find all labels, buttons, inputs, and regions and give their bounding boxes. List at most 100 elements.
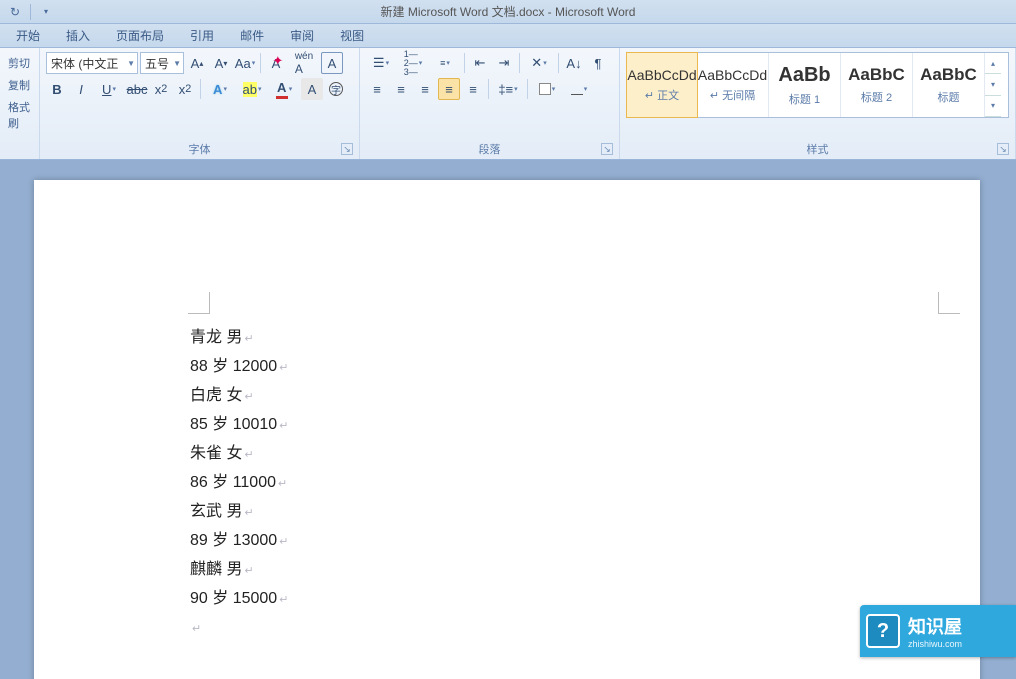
style-label: 标题 [938,89,960,105]
scroll-up-icon[interactable]: ▴ [985,53,1001,74]
format-painter-button[interactable]: 格式刷 [6,96,33,134]
style-nospacing[interactable]: AaBbCcDd ↵ 无间隔 [697,53,769,117]
shading-button[interactable]: ▾ [532,78,562,100]
text-effects-button[interactable]: A▾ [205,78,235,100]
doc-line-empty[interactable] [190,614,288,643]
style-preview: AaBbC [920,65,977,85]
align-distribute-button[interactable]: ≡ [462,78,484,100]
separator [527,79,528,99]
align-left-button[interactable]: ≡ [366,78,388,100]
style-heading1[interactable]: AaBb 标题 1 [769,53,841,117]
subscript-button[interactable]: x2 [150,78,172,100]
superscript-button[interactable]: x2 [174,78,196,100]
dialog-launcher-icon[interactable]: ↘ [341,143,353,155]
font-family-value: 宋体 (中文正 [51,55,118,72]
style-normal[interactable]: AaBbCcDd↵ 正文 [626,52,698,118]
document-content[interactable]: 青龙 男 88 岁 12000 白虎 女 85 岁 10010 朱雀 女 86 … [190,324,288,643]
quick-access-toolbar: ↻ ▾ [0,3,55,21]
separator [260,53,261,73]
style-label: 标题 1 [789,91,820,107]
align-right-button[interactable]: ≡ [414,78,436,100]
tab-pagelayout[interactable]: 页面布局 [104,24,176,47]
clipboard-group: 剪切 复制 格式刷 [0,48,40,159]
watermark-icon: ? [866,614,900,648]
enclose-characters-button[interactable]: 字 [325,78,347,100]
styles-gallery: AaBbCcDd↵ 正文 AaBbCcDd ↵ 无间隔 AaBb 标题 1 AaBb… [626,52,1009,118]
chevron-down-icon: ▼ [127,59,135,68]
document-page[interactable]: 青龙 男 88 岁 12000 白虎 女 85 岁 10010 朱雀 女 86 … [34,180,980,679]
separator [558,53,559,73]
doc-line[interactable]: 玄武 男 [190,498,288,527]
doc-line[interactable]: 85 岁 10010 [190,411,288,440]
ribbon: 剪切 复制 格式刷 宋体 (中文正▼ 五号▼ A▴ A▾ Aa▾ A✦ wénA… [0,48,1016,160]
bold-button[interactable]: B [46,78,68,100]
scroll-down-icon[interactable]: ▾ [985,74,1001,95]
tab-references[interactable]: 引用 [178,24,226,47]
bullets-button[interactable]: ☰▾ [366,52,396,74]
doc-line[interactable]: 朱雀 女 [190,440,288,469]
decrease-indent-button[interactable]: ⇤ [469,52,491,74]
style-heading2[interactable]: AaBbC标题 2 [841,53,913,117]
sort-button[interactable]: A↓ [563,52,585,74]
grow-font-button[interactable]: A▴ [186,52,208,74]
document-area: 青龙 男 88 岁 12000 白虎 女 85 岁 10010 朱雀 女 86 … [0,160,1016,679]
font-group-label: 字体↘ [46,137,353,159]
doc-line[interactable]: 白虎 女 [190,382,288,411]
phonetic-guide-button[interactable]: wénA [289,52,319,74]
character-shading-button[interactable]: A [301,78,323,100]
watermark-subtitle: zhishiwu.com [908,639,962,649]
tab-review[interactable]: 审阅 [278,24,326,47]
increase-indent-button[interactable]: ⇥ [493,52,515,74]
style-label: ↵ 正文 [645,87,679,103]
doc-line[interactable]: 青龙 男 [190,324,288,353]
asian-layout-button[interactable]: ✕▾ [524,52,554,74]
doc-line[interactable]: 88 岁 12000 [190,353,288,382]
doc-line[interactable]: 86 岁 11000 [190,469,288,498]
font-size-combo[interactable]: 五号▼ [140,52,184,74]
separator [200,79,201,99]
line-spacing-button[interactable]: ‡≡▾ [493,78,523,100]
copy-button[interactable]: 复制 [6,74,33,96]
style-label: ↵ 无间隔 [710,87,755,103]
separator [519,53,520,73]
margin-corner [938,292,960,314]
window-title: 新建 Microsoft Word 文档.docx - Microsoft Wo… [0,3,1016,20]
underline-button[interactable]: U▾ [94,78,124,100]
change-case-button[interactable]: Aa▾ [234,52,256,74]
tab-home[interactable]: 开始 [4,24,52,47]
align-center-button[interactable]: ≡ [390,78,412,100]
style-preview: AaBb [778,64,830,87]
style-title[interactable]: AaBbC 标题 [913,53,985,117]
font-family-combo[interactable]: 宋体 (中文正 ▼ [46,52,138,74]
character-border-button[interactable]: A [321,52,343,74]
tab-insert[interactable]: 插入 [54,24,102,47]
style-preview: AaBbCcDd [698,67,767,83]
multilevel-list-button[interactable]: ≡▾ [430,52,460,74]
show-marks-button[interactable]: ¶ [587,52,609,74]
strikethrough-button[interactable]: abc [126,78,148,100]
highlight-button[interactable]: ab▾ [237,78,267,100]
font-color-button[interactable]: A▾ [269,78,299,100]
clear-formatting-button[interactable]: A✦ [265,52,287,74]
shrink-font-button[interactable]: A▾ [210,52,232,74]
doc-line[interactable]: 90 岁 15000 [190,585,288,614]
qat-more-icon[interactable]: ▾ [37,3,55,21]
numbering-button[interactable]: 1—2—3—▾ [398,52,428,74]
expand-gallery-icon[interactable]: ▾ [985,96,1001,117]
borders-button[interactable]: ▾ [564,78,594,100]
dialog-launcher-icon[interactable]: ↘ [997,143,1009,155]
dialog-launcher-icon[interactable]: ↘ [601,143,613,155]
cut-button[interactable]: 剪切 [6,52,33,74]
separator [488,79,489,99]
italic-button[interactable]: I [70,78,92,100]
title-bar: ↻ ▾ 新建 Microsoft Word 文档.docx - Microsof… [0,0,1016,24]
style-gallery-scroll[interactable]: ▴▾▾ [985,53,1001,117]
tab-mailings[interactable]: 邮件 [228,24,276,47]
doc-line[interactable]: 麒麟 男 [190,556,288,585]
style-label: 标题 2 [861,89,892,105]
align-justify-button[interactable]: ≡ [438,78,460,100]
tab-view[interactable]: 视图 [328,24,376,47]
doc-line[interactable]: 89 岁 13000 [190,527,288,556]
watermark-title: 知识屋 [908,613,962,639]
refresh-icon[interactable]: ↻ [6,3,24,21]
